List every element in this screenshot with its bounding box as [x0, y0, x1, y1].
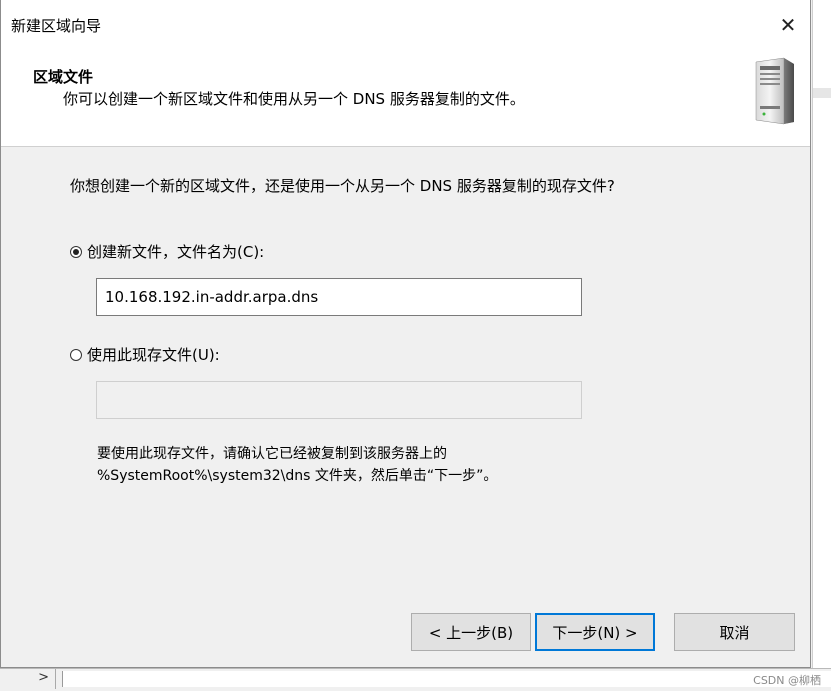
next-button[interactable]: 下一步(N) > [535, 613, 655, 651]
use-existing-file-label: 使用此现存文件(U): [87, 346, 220, 364]
existing-file-name-input [96, 381, 582, 419]
dialog-title: 新建区域向导 [11, 17, 102, 35]
wizard-header: 区域文件 你可以创建一个新区域文件和使用从另一个 DNS 服务器复制的文件。 [1, 50, 810, 147]
background-bottom-bar: > [0, 668, 831, 691]
hint-text: 要使用此现存文件，请确认它已经被复制到该服务器上的 %SystemRoot%\s… [97, 443, 497, 487]
hint-line-2: %SystemRoot%\system32\dns 文件夹，然后单击“下一步”。 [97, 468, 498, 484]
background-field [62, 671, 831, 687]
create-new-file-option[interactable]: 创建新文件，文件名为(C): [70, 241, 264, 262]
page-subtitle: 你可以创建一个新区域文件和使用从另一个 DNS 服务器复制的文件。 [63, 90, 525, 108]
cancel-button[interactable]: 取消 [674, 613, 795, 651]
close-button[interactable]: ✕ [766, 4, 810, 46]
page-title: 区域文件 [33, 68, 94, 86]
create-new-file-label: 创建新文件，文件名为(C): [87, 243, 265, 261]
use-existing-file-radio[interactable] [70, 348, 82, 361]
title-bar: 新建区域向导 ✕ [1, 0, 810, 50]
background-panel [812, 0, 831, 668]
watermark: CSDN @柳栖 [753, 674, 821, 687]
expand-chevron-button[interactable]: > [0, 669, 56, 689]
background-bar [813, 88, 831, 98]
back-button[interactable]: < 上一步(B) [411, 613, 531, 651]
new-file-name-input[interactable] [96, 278, 582, 316]
use-existing-file-option[interactable]: 使用此现存文件(U): [70, 344, 220, 365]
new-zone-wizard-dialog: 新建区域向导 ✕ 区域文件 你可以创建一个新区域文件和使用从另一个 DNS 服务… [0, 0, 811, 668]
question-text: 你想创建一个新的区域文件，还是使用一个从另一个 DNS 服务器复制的现存文件? [70, 177, 615, 195]
close-icon: ✕ [779, 13, 797, 37]
hint-line-1: 要使用此现存文件，请确认它已经被复制到该服务器上的 [97, 446, 447, 462]
create-new-file-radio[interactable] [70, 245, 82, 258]
server-icon [755, 57, 794, 125]
